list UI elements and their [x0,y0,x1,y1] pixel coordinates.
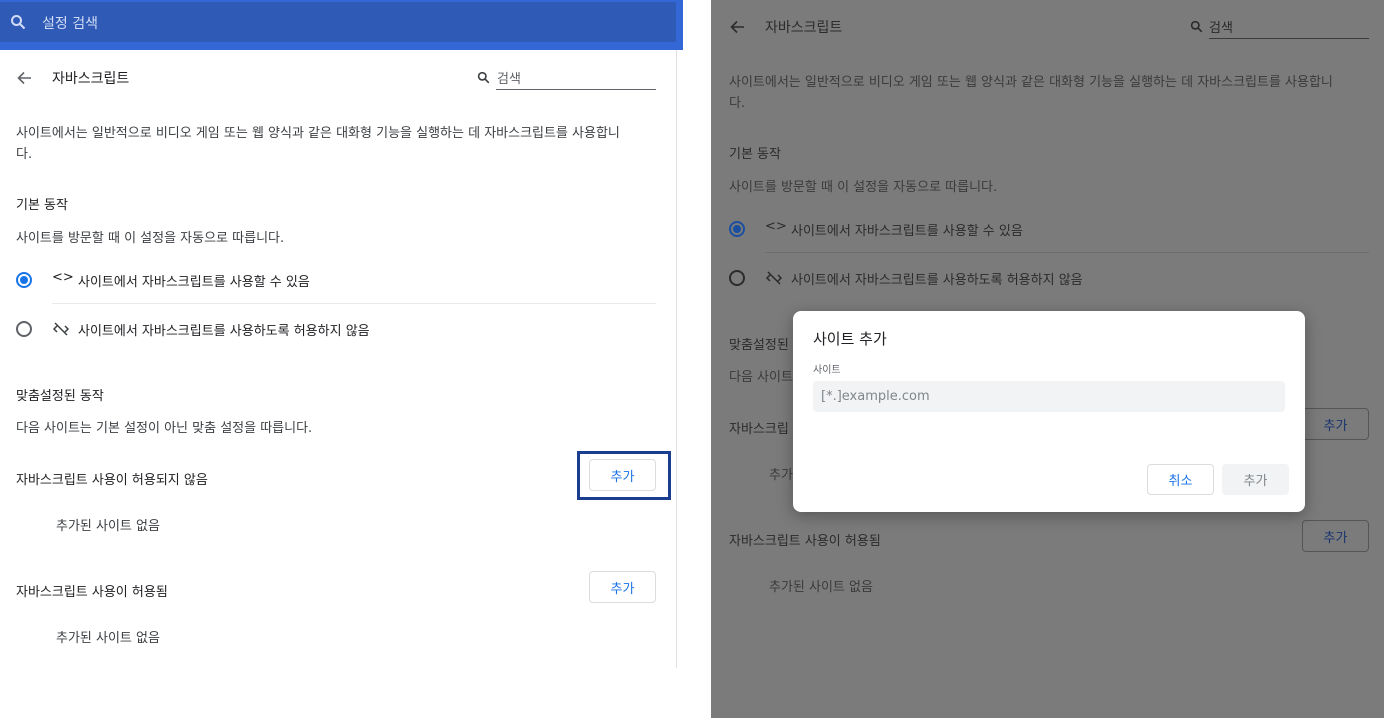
page-title: 자바스크립트 [52,71,130,87]
custom-behavior-heading: 맞춤설정된 [729,338,789,353]
custom-behavior-subtext: 다음 사이트 [729,370,793,385]
site-input[interactable] [813,381,1285,412]
option-block-label: 사이트에서 자바스크립트를 사용하도록 허용하지 않음 [791,273,1083,288]
default-behavior-heading: 기본 동작 [16,198,68,213]
settings-search-placeholder: 설정 검색 [42,16,98,32]
radio-allow-javascript[interactable] [16,272,32,288]
description-line-1: 사이트에서는 일반적으로 비디오 게임 또는 웹 양식과 같은 대화형 기능을 … [16,126,620,141]
code-brackets-icon: <> [52,270,74,285]
radio-block-javascript[interactable] [729,270,745,286]
add-blocked-site-button[interactable]: 추가 [589,459,656,491]
settings-search-bar[interactable]: 설정 검색 [0,2,676,42]
add-button-disabled[interactable]: 추가 [1222,464,1289,495]
option-allow-label: 사이트에서 자바스크립트를 사용할 수 있음 [791,224,1023,239]
add-blocked-site-button[interactable]: 추가 [1302,408,1369,440]
search-icon [477,71,490,84]
allowed-section-label: 자바스크립트 사용이 허용됨 [16,585,168,600]
default-behavior-subtext: 사이트를 방문할 때 이 설정을 자동으로 따릅니다. [729,180,998,195]
page-search-input[interactable]: 검색 [497,68,521,87]
add-allowed-site-button[interactable]: 추가 [589,571,656,603]
option-allow-label: 사이트에서 자바스크립트를 사용할 수 있음 [78,275,310,290]
dialog-title: 사이트 추가 [813,330,887,348]
code-off-icon [765,271,783,285]
back-arrow-icon[interactable] [16,70,32,86]
blocked-section-label: 자바스크립트 사용이 허용되지 않음 [16,473,208,488]
option-block-label: 사이트에서 자바스크립트를 사용하도록 허용하지 않음 [78,324,370,339]
settings-panel-left: 설정 검색 자바스크립트 검색 사이트에서는 일반적으로 비디오 게임 또는 웹… [0,0,683,718]
radio-block-javascript[interactable] [16,321,32,337]
cancel-button[interactable]: 취소 [1147,464,1214,495]
code-off-icon [52,322,70,336]
allowed-section-label: 자바스크립트 사용이 허용됨 [729,534,881,549]
option-divider [765,252,1369,253]
search-icon [11,15,26,30]
custom-behavior-heading: 맞춤설정된 동작 [16,389,104,404]
description-line-1: 사이트에서는 일반적으로 비디오 게임 또는 웹 양식과 같은 대화형 기능을 … [729,75,1333,90]
radio-allow-javascript[interactable] [729,221,745,237]
page-search-underline [496,89,656,90]
page-search-input[interactable]: 검색 [1209,17,1233,36]
custom-behavior-subtext: 다음 사이트는 기본 설정이 아닌 맞춤 설정을 따릅니다. [16,421,313,436]
blocked-section-label: 자바스크립 [729,422,789,437]
settings-topbar: 설정 검색 [0,0,683,50]
site-field-label: 사이트 [813,365,841,376]
allowed-empty-text: 추가된 사이트 없음 [56,631,160,646]
add-site-dialog: 사이트 추가 사이트 취소 추가 [793,311,1305,512]
blocked-empty-text: 추가된 사이트 없음 [56,519,160,534]
default-behavior-subtext: 사이트를 방문할 때 이 설정을 자동으로 따릅니다. [16,231,285,246]
add-allowed-site-button[interactable]: 추가 [1302,520,1369,552]
option-divider [52,303,656,304]
blocked-empty-text: 추가 [769,468,793,483]
default-behavior-heading: 기본 동작 [729,147,781,162]
page-title: 자바스크립트 [765,20,843,36]
search-icon [1190,20,1203,33]
allowed-empty-text: 추가된 사이트 없음 [769,580,873,595]
code-brackets-icon: <> [765,219,787,234]
description-line-2: 다. [729,96,746,111]
javascript-settings-card: 자바스크립트 검색 사이트에서는 일반적으로 비디오 게임 또는 웹 양식과 같… [0,50,677,668]
back-arrow-icon[interactable] [729,19,745,35]
page-search-underline [1209,38,1369,39]
description-line-2: 다. [16,147,33,162]
